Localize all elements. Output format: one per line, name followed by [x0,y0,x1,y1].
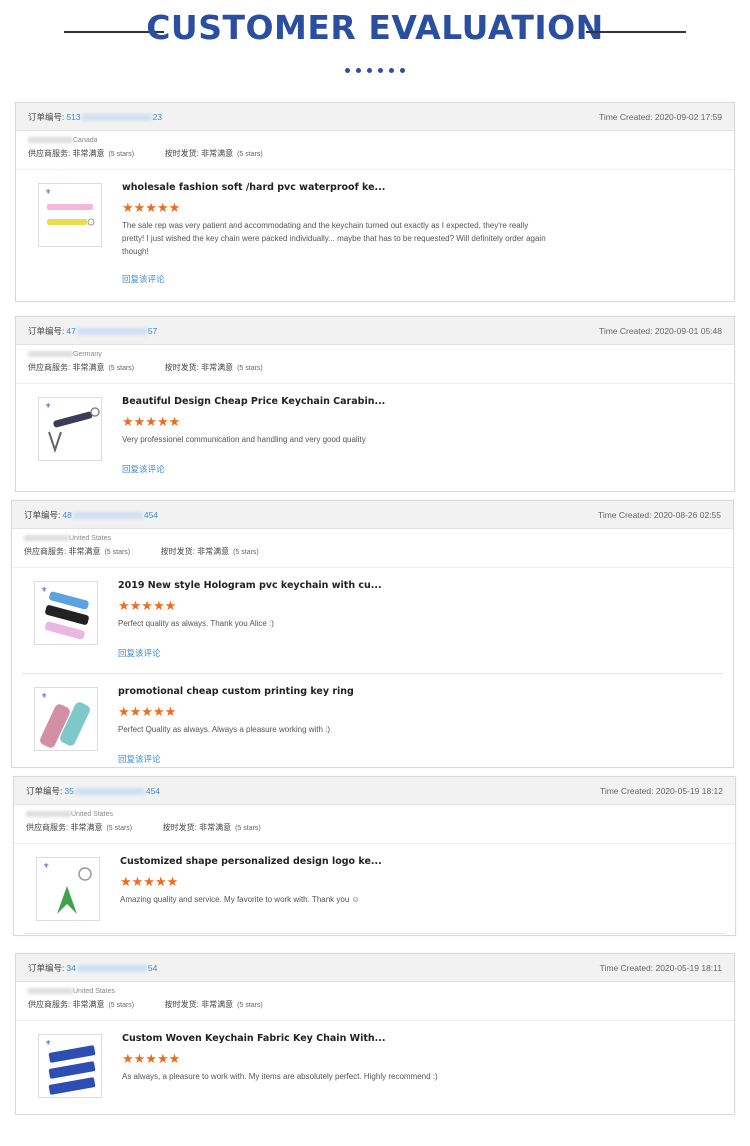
buyer-info: Canada [16,131,734,148]
buyer-country: United States [69,535,112,542]
review-item: ⚜ promotional cheap custom printing key … [22,674,723,767]
reply-link[interactable]: 回复该评论 [118,753,161,765]
product-name[interactable]: wholesale fashion soft /hard pvc waterpr… [122,182,385,193]
review-comment: As always, a pleasure to work with. My i… [122,1072,438,1081]
review-item: ⚜ Beautiful Design Cheap Price Keychain … [26,384,724,484]
product-name[interactable]: 2019 New style Hologram pvc keychain wit… [118,580,382,591]
page-header: CUSTOMER EVALUATION [0,0,750,95]
order-number-label: 订单编号: [28,325,65,336]
rating-stars: ★★★★★ [118,704,177,719]
rating-stars: ★★★★★ [122,1051,181,1066]
svg-text:⚜: ⚜ [41,586,47,594]
order-card: 订单编号: 34 54 Time Created: 2020-05-19 18:1… [15,953,735,1115]
rating-stars: ★★★★★ [122,200,181,215]
header-dots [0,60,750,78]
order-ratings: 供应商服务: 非常满意 (5 stars) 按时发货: 非常满意 (5 stars) [16,362,734,384]
order-ratings: 供应商服务: 非常满意 (5 stars) 按时发货: 非常满意 (5 stars) [16,148,734,170]
buyer-info: United States [16,982,734,999]
product-thumbnail[interactable]: ⚜ [38,1034,102,1098]
order-number-label: 订单编号: [28,111,65,122]
order-header-bar: 订单编号: 35 454 Time Created: 2020-05-19 18:… [14,777,735,805]
product-thumbnail[interactable]: ⚜ [38,397,102,461]
product-thumbnail[interactable]: ⚜ [36,857,100,921]
rating-stars: ★★★★★ [122,414,181,429]
review-item: ⚜ wholesale fashion soft /hard pvc water… [26,170,724,300]
order-header-bar: 订单编号: 47 57 Time Created: 2020-09-01 05:4… [16,317,734,345]
buyer-country: United States [73,988,116,995]
review-item: ⚜ Customized shape personalized design l… [24,844,725,934]
order-card: 订单编号: 47 57 Time Created: 2020-09-01 05:4… [15,316,735,492]
time-created: Time Created: 2020-05-19 18:11 [599,962,722,973]
order-number-label: 订单编号: [26,785,63,796]
order-number[interactable]: 34 54 [66,963,157,973]
order-card: 订单编号: 48 454 Time Created: 2020-08-26 02:… [11,500,734,768]
order-number-label: 订单编号: [28,962,65,973]
buyer-country: Canada [73,137,98,144]
time-created: Time Created: 2020-05-19 18:12 [599,785,723,796]
product-name[interactable]: Customized shape personalized design log… [120,856,382,867]
svg-text:⚜: ⚜ [45,188,51,196]
rating-stars: ★★★★★ [120,874,179,889]
review-comment: Perfect quality as always. Thank you Ali… [118,619,274,628]
review-comment: Perfect Quality as always. Always a plea… [118,725,331,734]
buyer-country: Germany [73,351,102,358]
order-number[interactable]: 513 23 [66,112,162,122]
reply-link[interactable]: 回复该评论 [122,273,165,285]
review-comment: Very professionel communication and hand… [122,435,366,444]
time-created: Time Created: 2020-08-26 02:55 [597,509,721,520]
order-header-bar: 订单编号: 34 54 Time Created: 2020-05-19 18:1… [16,954,734,982]
buyer-info: United States [12,529,733,546]
review-item: ⚜ Custom Woven Keychain Fabric Key Chain… [26,1021,724,1111]
svg-text:⚜: ⚜ [45,402,51,410]
product-thumbnail[interactable]: ⚜ [38,183,102,247]
order-number-label: 订单编号: [24,509,61,520]
buyer-info: United States [14,805,735,822]
buyer-country: United States [71,811,114,818]
product-thumbnail[interactable]: ⚜ [34,581,98,645]
reply-link[interactable]: 回复该评论 [118,647,161,659]
product-name[interactable]: Custom Woven Keychain Fabric Key Chain W… [122,1033,386,1044]
review-comment: Amazing quality and service. My favorite… [120,895,360,904]
review-item: ⚜ 2019 New style Hologram pvc keychain w… [22,568,723,674]
time-created: Time Created: 2020-09-02 17:59 [598,111,722,122]
review-comment: The sale rep was very patient and accomm… [122,221,546,256]
reply-link[interactable]: 回复该评论 [122,463,165,475]
buyer-info: Germany [16,345,734,362]
order-header-bar: 订单编号: 48 454 Time Created: 2020-08-26 02:… [12,501,733,529]
product-name[interactable]: promotional cheap custom printing key ri… [118,686,354,697]
product-name[interactable]: Beautiful Design Cheap Price Keychain Ca… [122,396,385,407]
header-divider-right [586,31,686,33]
svg-text:⚜: ⚜ [41,692,47,700]
page-title: CUSTOMER EVALUATION [146,8,604,47]
order-ratings: 供应商服务: 非常满意 (5 stars) 按时发货: 非常满意 (5 stars) [14,822,735,844]
order-number[interactable]: 47 57 [66,326,157,336]
time-created: Time Created: 2020-09-01 05:48 [598,325,722,336]
svg-text:⚜: ⚜ [45,1039,51,1047]
tab-indicator [109,935,203,936]
product-thumbnail[interactable]: ⚜ [34,687,98,751]
order-header-bar: 订单编号: 513 23 Time Created: 2020-09-02 17:… [16,103,734,131]
rating-stars: ★★★★★ [118,598,177,613]
order-number[interactable]: 35 454 [64,786,160,796]
order-ratings: 供应商服务: 非常满意 (5 stars) 按时发货: 非常满意 (5 stars) [16,999,734,1021]
order-card: 订单编号: 513 23 Time Created: 2020-09-02 17:… [15,102,735,302]
svg-text:⚜: ⚜ [43,862,49,870]
order-card: 订单编号: 35 454 Time Created: 2020-05-19 18:… [13,776,736,936]
order-ratings: 供应商服务: 非常满意 (5 stars) 按时发货: 非常满意 (5 stars) [12,546,733,568]
order-number[interactable]: 48 454 [62,510,158,520]
